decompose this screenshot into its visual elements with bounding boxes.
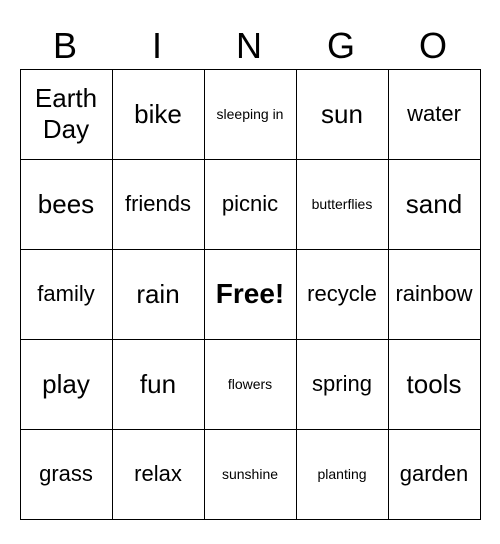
bingo-cell-3-1: fun xyxy=(112,339,204,429)
bingo-grid: Earth Daybikesleeping insunwater beesfrie… xyxy=(20,69,481,520)
bingo-cell-4-4: garden xyxy=(388,429,480,519)
bingo-cell-4-2: sunshine xyxy=(204,429,296,519)
bingo-cell-3-3: spring xyxy=(296,339,388,429)
bingo-cell-0-1: bike xyxy=(112,69,204,159)
header-n: N xyxy=(204,25,296,67)
header-g: G xyxy=(296,25,388,67)
bingo-cell-4-3: planting xyxy=(296,429,388,519)
bingo-header: B I N G O xyxy=(20,25,480,67)
header-i: I xyxy=(112,25,204,67)
header-o: O xyxy=(388,25,480,67)
bingo-cell-0-3: sun xyxy=(296,69,388,159)
bingo-cell-1-1: friends xyxy=(112,159,204,249)
bingo-cell-2-0: family xyxy=(20,249,112,339)
bingo-cell-2-3: recycle xyxy=(296,249,388,339)
bingo-cell-2-1: rain xyxy=(112,249,204,339)
bingo-cell-0-2: sleeping in xyxy=(204,69,296,159)
bingo-cell-3-4: tools xyxy=(388,339,480,429)
bingo-cell-4-0: grass xyxy=(20,429,112,519)
bingo-cell-0-4: water xyxy=(388,69,480,159)
bingo-cell-2-2: Free! xyxy=(204,249,296,339)
bingo-cell-2-4: rainbow xyxy=(388,249,480,339)
bingo-cell-1-0: bees xyxy=(20,159,112,249)
bingo-cell-3-0: play xyxy=(20,339,112,429)
bingo-cell-1-3: butterflies xyxy=(296,159,388,249)
bingo-cell-0-0: Earth Day xyxy=(20,69,112,159)
header-b: B xyxy=(20,25,112,67)
bingo-cell-3-2: flowers xyxy=(204,339,296,429)
bingo-cell-1-2: picnic xyxy=(204,159,296,249)
bingo-cell-1-4: sand xyxy=(388,159,480,249)
bingo-cell-4-1: relax xyxy=(112,429,204,519)
